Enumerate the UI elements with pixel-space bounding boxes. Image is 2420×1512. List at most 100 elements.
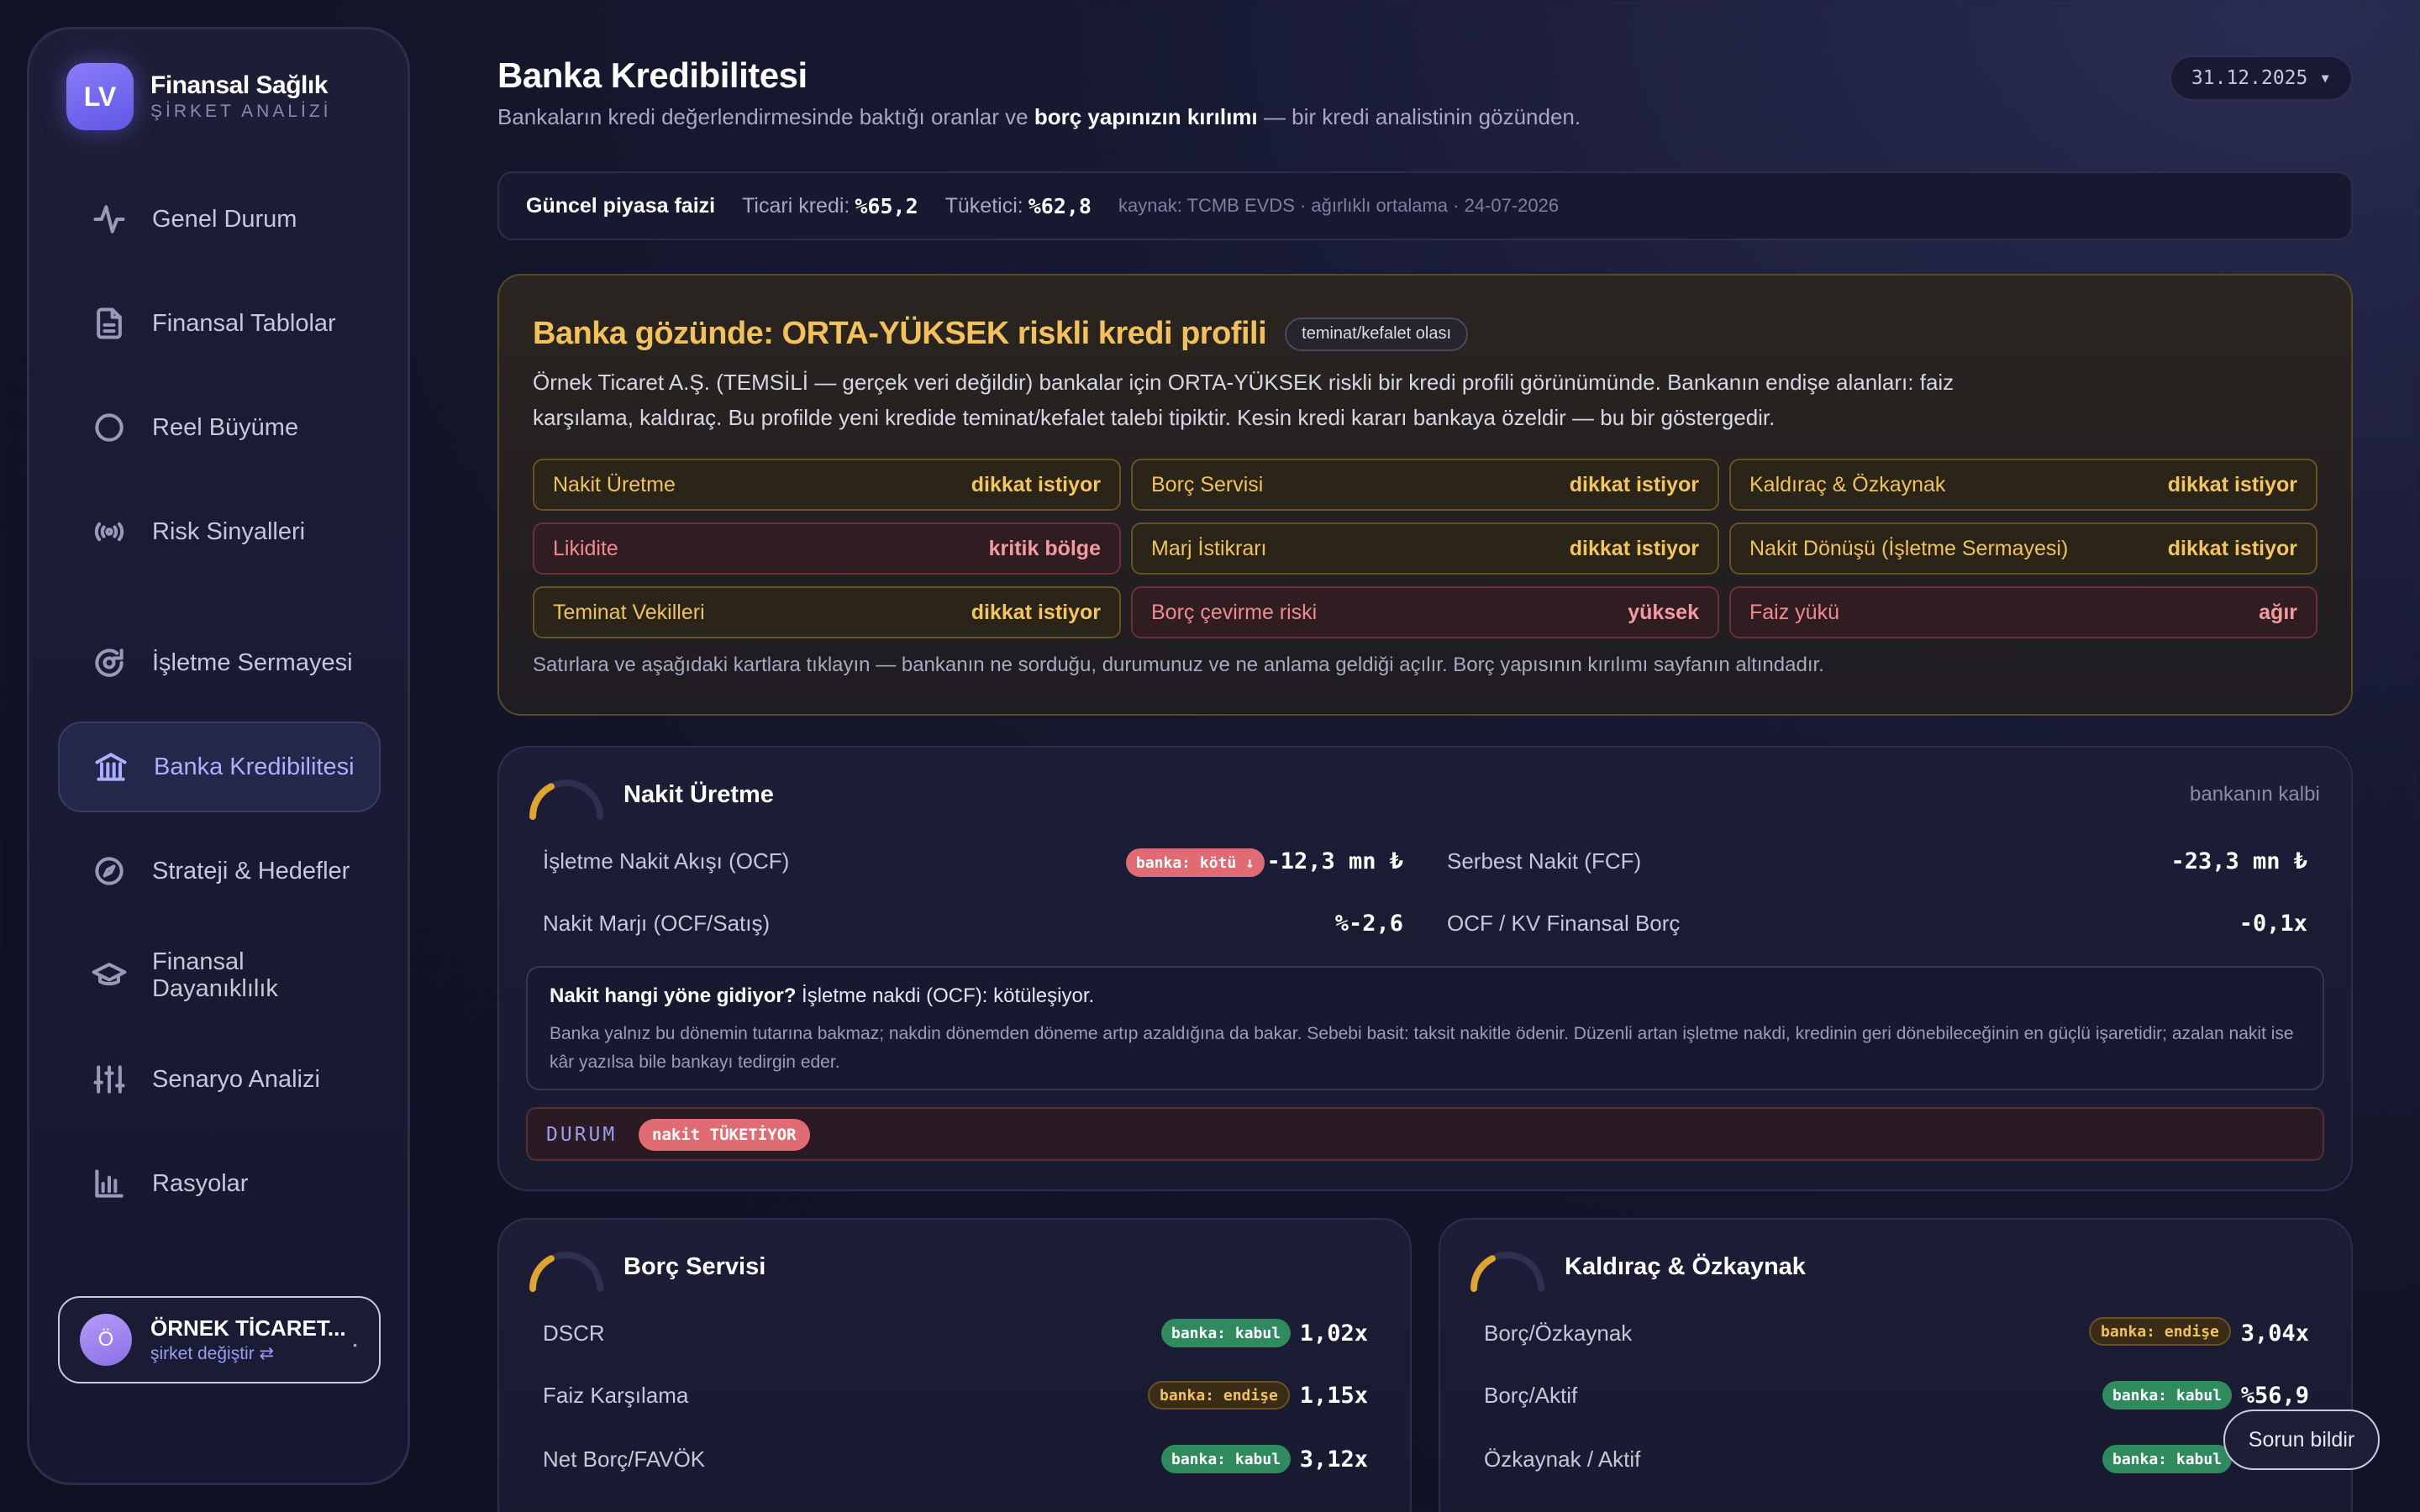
sidebar-item-isletme-sermayesi[interactable]: İşletme Sermayesi <box>58 617 381 708</box>
chip-value: dikkat istiyor <box>1569 536 1699 560</box>
market-rate-bar: Güncel piyasa faizi Ticari kredi: %65,2 … <box>497 171 2353 240</box>
bank-rating-badge: banka: kabul <box>1161 1445 1292 1473</box>
chip-marj-istikrari[interactable]: Marj İstikrarı dikkat istiyor <box>1131 522 1719 575</box>
rate-source: kaynak: TCMB EVDS · ağırlıklı ortalama ·… <box>1118 195 1560 216</box>
more-icon: • <box>353 1338 357 1352</box>
brand-logo: LV <box>66 63 134 130</box>
brand-title: Finansal Sağlık <box>150 71 328 99</box>
chip-nakit-uretme[interactable]: Nakit Üretme dikkat istiyor <box>533 459 1121 511</box>
status-label: DURUM <box>546 1124 618 1146</box>
chip-value: ağır <box>2259 600 2297 624</box>
metric-ocf-value: -12,3 mn ₺ <box>1266 848 1403 874</box>
sidebar-item-label: Strateji & Hedefler <box>152 858 350 885</box>
metric-fcf-label: Serbest Nakit (FCF) <box>1447 848 1642 874</box>
metric-ocf-debt-label: OCF / KV Finansal Borç <box>1447 911 1681 936</box>
sliders-icon <box>83 1053 135 1105</box>
chip-value: dikkat istiyor <box>2167 472 2297 496</box>
broadcast-icon <box>83 506 135 558</box>
metric-debt-asset-label: Borç/Aktif <box>1484 1383 1578 1408</box>
report-issue-button[interactable]: Sorun bildir <box>2223 1410 2380 1470</box>
chip-value: yüksek <box>1628 600 1699 624</box>
metric-debt-equity-label: Borç/Özkaynak <box>1484 1320 1633 1346</box>
consumer-rate-label: Tüketici: <box>944 193 1023 218</box>
commercial-rate-label: Ticari kredi: <box>742 193 850 218</box>
chip-value: dikkat istiyor <box>971 600 1101 624</box>
sidebar-item-strateji[interactable]: Strateji & Hedefler <box>58 826 381 916</box>
sidebar-item-label: Finansal Dayanıklılık <box>152 948 278 1002</box>
bank-rating-badge: banka: kabul <box>1161 1319 1292 1347</box>
bank-rating-badge: banka: kabul <box>2102 1381 2233 1410</box>
chip-label: Marj İstikrarı <box>1151 536 1267 560</box>
company-switcher[interactable]: Ö ÖRNEK TİCARET... şirket değiştir ⇄ • <box>58 1296 381 1383</box>
metric-interest-coverage-value: 1,15x <box>1299 1383 1368 1409</box>
sidebar-item-label: Senaryo Analizi <box>152 1066 320 1093</box>
compass-icon <box>83 845 135 897</box>
sidebar-item-banka-kredibilitesi[interactable]: Banka Kredibilitesi <box>58 722 381 812</box>
sidebar-item-label: İşletme Sermayesi <box>152 649 353 676</box>
cash-card-title: Nakit Üretme <box>623 781 774 808</box>
metric-debt-asset-value: %56,9 <box>2240 1383 2309 1409</box>
chip-label: Faiz yükü <box>1749 600 1839 624</box>
brand[interactable]: LV Finansal Sağlık ŞİRKET ANALİZİ <box>66 63 332 130</box>
metric-cash-margin-label: Nakit Marjı (OCF/Satış) <box>543 911 771 936</box>
metric-equity-asset-label: Özkaynak / Aktif <box>1484 1446 1641 1472</box>
profile-description: Örnek Ticaret A.Ş. (TEMSİLİ — gerçek ver… <box>533 370 1954 430</box>
brand-subtitle: ŞİRKET ANALİZİ <box>150 102 332 121</box>
chip-label: Teminat Vekilleri <box>553 600 705 624</box>
subtitle-text: — bir kredi analistinin gözünden. <box>1257 104 1581 129</box>
info-question: Nakit hangi yöne gidiyor? İşletme nakdi … <box>550 984 1094 1008</box>
status-badge: nakit TÜKETİYOR <box>639 1119 810 1151</box>
metric-interest-coverage-label: Faiz Karşılama <box>543 1383 689 1408</box>
chip-likidite[interactable]: Likidite kritik bölge <box>533 522 1121 575</box>
gauge-icon <box>529 1252 603 1292</box>
sidebar-item-label: Banka Kredibilitesi <box>154 753 355 780</box>
sidebar-item-finansal-tablolar[interactable]: Finansal Tablolar <box>58 278 381 369</box>
chip-borc-servisi[interactable]: Borç Servisi dikkat istiyor <box>1131 459 1719 511</box>
subtitle-bold: borç yapınızın kırılımı <box>1034 104 1258 129</box>
sidebar-item-finansal-dayaniklilik[interactable]: Finansal Dayanıklılık <box>58 930 381 1021</box>
company-name: ÖRNEK TİCARET... <box>150 1315 346 1341</box>
sidebar-item-reel-buyume[interactable]: Reel Büyüme <box>58 382 381 473</box>
gauge-icon <box>1470 1252 1544 1292</box>
chip-value: dikkat istiyor <box>2167 536 2297 560</box>
refresh-circle-icon <box>83 637 135 689</box>
bar-chart-icon <box>83 1158 135 1210</box>
metric-cash-margin-value: %-2,6 <box>1334 911 1403 937</box>
sidebar-item-risk-sinyalleri[interactable]: Risk Sinyalleri <box>58 486 381 577</box>
period-select[interactable]: 31.12.2025 ▾ <box>2170 55 2353 101</box>
circle-icon <box>83 402 135 454</box>
company-avatar: Ö <box>80 1314 132 1366</box>
commercial-rate-value: %65,2 <box>855 193 918 218</box>
activity-icon <box>83 193 135 245</box>
document-icon <box>83 297 135 349</box>
chip-nakit-donusu[interactable]: Nakit Dönüşü (İşletme Sermayesi) dikkat i… <box>1729 522 2317 575</box>
sidebar-item-senaryo-analizi[interactable]: Senaryo Analizi <box>58 1034 381 1125</box>
chip-teminat-vekilleri[interactable]: Teminat Vekilleri dikkat istiyor <box>533 586 1121 638</box>
change-company-link[interactable]: şirket değiştir ⇄ <box>150 1343 346 1364</box>
bank-rating-badge: banka: endişe <box>2089 1317 2231 1346</box>
sidebar-item-genel-durum[interactable]: Genel Durum <box>58 174 381 265</box>
sidebar-item-label: Finansal Tablolar <box>152 310 336 337</box>
graduation-cap-icon <box>83 949 135 1001</box>
chip-kaldirac[interactable]: Kaldıraç & Özkaynak dikkat istiyor <box>1729 459 2317 511</box>
chip-label: Nakit Dönüşü (İşletme Sermayesi) <box>1749 536 2069 560</box>
sidebar-item-rasyolar[interactable]: Rasyolar <box>58 1138 381 1229</box>
chip-label: Borç Servisi <box>1151 472 1264 496</box>
metric-net-debt-label: Net Borç/FAVÖK <box>543 1446 706 1472</box>
gauge-icon <box>529 780 603 820</box>
chip-value: kritik bölge <box>988 536 1101 560</box>
sidebar: LV Finansal Sağlık ŞİRKET ANALİZİ Genel … <box>27 27 410 1485</box>
chip-label: Nakit Üretme <box>553 472 676 496</box>
chip-label: Likidite <box>553 536 618 560</box>
chip-borc-cevirme[interactable]: Borç çevirme riski yüksek <box>1131 586 1719 638</box>
consumer-rate-value: %62,8 <box>1028 193 1092 218</box>
bank-rating-badge: banka: kabul <box>2102 1445 2233 1473</box>
rate-bar-title: Güncel piyasa faizi <box>526 193 716 218</box>
sidebar-item-label: Risk Sinyalleri <box>152 518 306 545</box>
cash-direction-info: Nakit hangi yöne gidiyor? İşletme nakdi … <box>526 966 2324 1090</box>
subtitle-text: Bankaların kredi değerlendirmesinde bakt… <box>497 104 1034 129</box>
metric-ocf-label: İşletme Nakit Akışı (OCF) <box>543 848 790 874</box>
chip-faiz-yuku[interactable]: Faiz yükü ağır <box>1729 586 2317 638</box>
metric-debt-equity-value: 3,04x <box>2240 1320 2309 1347</box>
profile-badge: teminat/kefalet olası <box>1285 317 1469 351</box>
